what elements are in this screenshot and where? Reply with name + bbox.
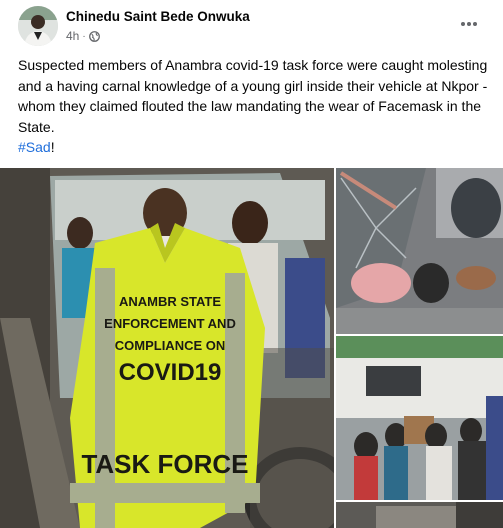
avatar-image: [18, 6, 58, 46]
facebook-post: Chinedu Saint Bede Onwuka 4h · Suspected…: [0, 0, 503, 528]
post-photo-main[interactable]: ANAMBR STATE ENFORCEMENT AND COMPLIANCE …: [0, 168, 334, 528]
vest-line-1: ANAMBR STATE: [119, 294, 221, 309]
glass-photo: [336, 168, 503, 334]
vest-line-2: ENFORCEMENT AND: [104, 316, 236, 331]
post-photo-extra[interactable]: [336, 502, 503, 528]
vest-photo: ANAMBR STATE ENFORCEMENT AND COMPLIANCE …: [0, 168, 334, 528]
more-options-icon[interactable]: [455, 14, 483, 34]
post-photo-crowd[interactable]: [336, 336, 503, 500]
vest-line-4: COVID19: [119, 359, 222, 386]
post-tagline: #Sad!: [18, 137, 55, 157]
globe-icon[interactable]: [88, 30, 100, 42]
meta-separator: ·: [82, 30, 86, 42]
post-body: Suspected members of Anambra covid-19 ta…: [18, 57, 488, 135]
post-time[interactable]: 4h: [66, 29, 79, 43]
post-header: Chinedu Saint Bede Onwuka 4h ·: [0, 0, 503, 50]
post-photo-glass[interactable]: [336, 168, 503, 334]
author-name[interactable]: Chinedu Saint Bede Onwuka: [66, 9, 250, 24]
extra-photo: [336, 502, 503, 528]
hashtag-link[interactable]: #Sad: [18, 139, 51, 155]
post-meta: 4h ·: [66, 29, 100, 43]
author-avatar[interactable]: [18, 6, 58, 46]
hashtag-suffix: !: [50, 139, 55, 155]
crowd-photo: [336, 336, 503, 500]
vest-bottom-text: TASK FORCE: [81, 449, 248, 479]
vest-line-3: COMPLIANCE ON: [115, 338, 226, 353]
